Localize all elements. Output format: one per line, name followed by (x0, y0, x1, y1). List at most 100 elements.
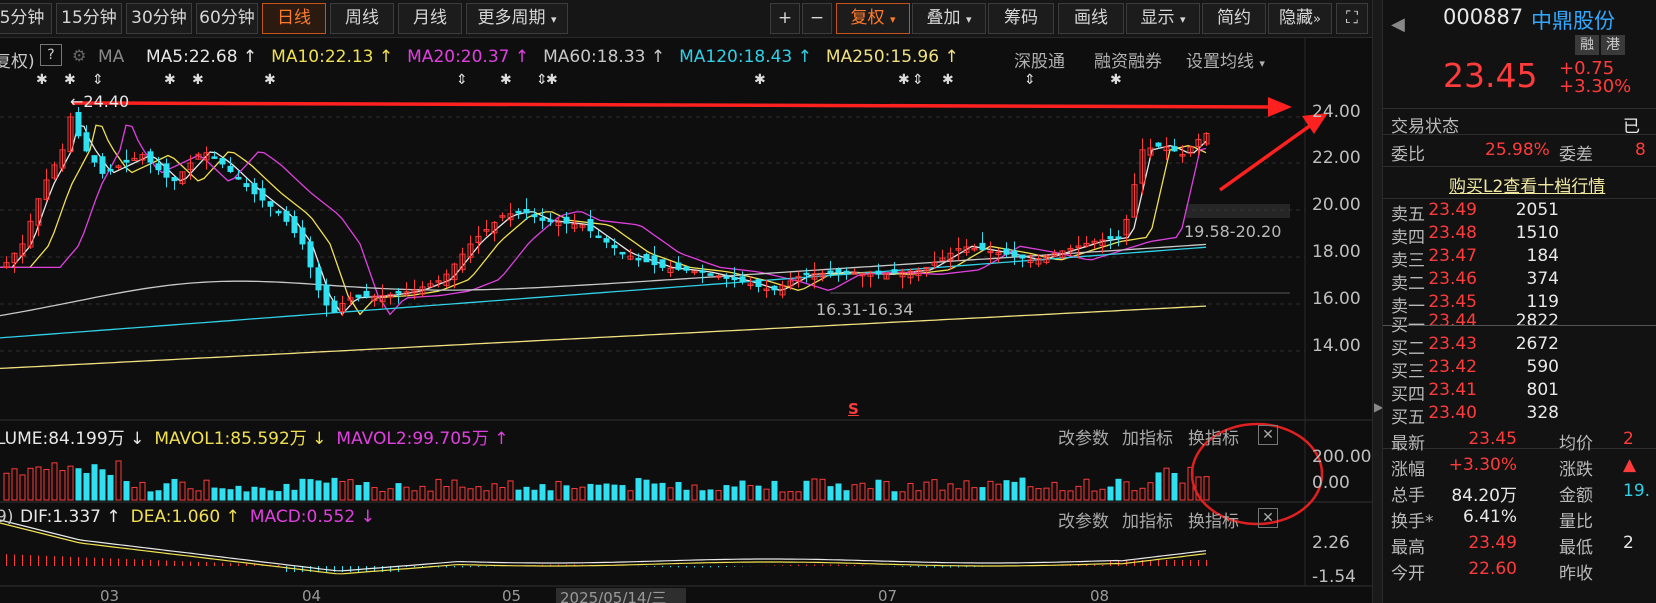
macd-switch-indicator-button[interactable]: 换指标 (1188, 507, 1239, 532)
event-marker-icon[interactable]: ⇕ (1024, 72, 1036, 88)
volume-bar (1139, 487, 1146, 501)
zone-annotation-lower: 16.31-16.34 (816, 300, 914, 319)
volume-bar (739, 480, 746, 501)
volume-bar (427, 490, 434, 501)
sell-signal-marker[interactable]: S (848, 400, 859, 418)
adjust-rights-label: 复权 (850, 8, 885, 28)
period-30min-button[interactable]: 30分钟 (126, 3, 192, 34)
event-marker-icon[interactable]: ✱ (942, 72, 954, 88)
event-marker-icon[interactable]: ✱ (36, 72, 48, 88)
volume-bar (131, 486, 138, 501)
simple-mode-button[interactable]: 简约 (1202, 3, 1266, 34)
prev-stock-icon[interactable]: ◀ (1391, 14, 1405, 35)
ma-legend-item: MA5:22.68 ↑ (146, 47, 258, 67)
volume-bar (619, 485, 626, 501)
draw-line-button[interactable]: 画线 (1058, 3, 1124, 34)
panel-splitter[interactable]: ▶ (1372, 0, 1383, 603)
event-marker-icon[interactable]: ✱ (754, 72, 766, 88)
ma10-line (0, 124, 1207, 316)
candle-body (267, 201, 274, 207)
volume-bar (499, 487, 506, 501)
dea-line (0, 522, 1207, 575)
hide-button[interactable]: 隐藏» (1268, 3, 1332, 34)
event-marker-icon[interactable]: ✱ (264, 72, 276, 88)
volume-bar (883, 481, 890, 501)
chevron-down-icon: ▾ (550, 13, 557, 26)
volume-bar (411, 490, 418, 501)
period-monthly-button[interactable]: 月线 (398, 3, 462, 34)
candle-body (91, 155, 98, 163)
candle-body (619, 251, 626, 255)
buy-l2-link[interactable]: 购买L2查看十档行情 (1449, 172, 1605, 197)
help-icon[interactable]: ? (40, 44, 62, 66)
macd-edit-params-button[interactable]: 改参数 (1058, 507, 1109, 532)
macd-tick: -1.54 (1312, 567, 1356, 587)
event-marker-icon[interactable]: ⇕ (456, 72, 468, 88)
zoom-in-button[interactable]: + (770, 3, 800, 34)
period-daily-button[interactable]: 日线 (262, 3, 326, 34)
event-marker-icon[interactable]: ✱ (64, 72, 76, 88)
candle-body (699, 270, 706, 273)
zoom-out-button[interactable]: − (802, 3, 832, 34)
period-weekly-button[interactable]: 周线 (330, 3, 394, 34)
vol-close-icon[interactable]: ✕ (1258, 425, 1278, 445)
stat-label: 今开 (1391, 564, 1425, 584)
event-marker-icon[interactable]: ✱ (898, 72, 910, 88)
volume-tick: 200.00 (1312, 447, 1372, 467)
vol-switch-indicator-button[interactable]: 换指标 (1188, 424, 1239, 449)
more-periods-dropdown[interactable]: 更多周期 ▾ (466, 3, 568, 34)
event-marker-icon[interactable]: ✱ (164, 72, 176, 88)
candle-body (155, 163, 162, 171)
volume-bar (963, 480, 970, 501)
adjust-rights-dropdown[interactable]: 复权 ▾ (836, 3, 910, 34)
overlay-dropdown[interactable]: 叠加 ▾ (912, 3, 986, 34)
candle-body (211, 156, 218, 159)
bid-price: 23.42 (1428, 357, 1477, 377)
stat-label: 换手* (1391, 512, 1434, 532)
volume-bar (467, 488, 474, 501)
volume-bar (339, 480, 346, 501)
fullscreen-button[interactable]: ⛶ (1336, 3, 1368, 34)
gear-icon[interactable]: ⚙ (72, 46, 86, 65)
macd-close-icon[interactable]: ✕ (1258, 508, 1278, 528)
date-label: 07 (878, 587, 898, 603)
volume-bar (659, 482, 666, 501)
shenzhen-connect-link[interactable]: 深股通 (1014, 47, 1065, 72)
current-price: 23.45 (1443, 56, 1538, 95)
volume-bar (835, 483, 842, 501)
price-tick: 20.00 (1312, 195, 1361, 215)
volume-bar (923, 481, 930, 501)
vol-legend-item: MAVOL2:99.705万 ↑ (336, 429, 509, 449)
stat-value: 19. (1623, 481, 1651, 501)
volume-bar (347, 479, 354, 501)
period-5min-button[interactable]: 5分钟 (0, 3, 52, 34)
vol-edit-params-button[interactable]: 改参数 (1058, 424, 1109, 449)
event-marker-icon[interactable]: ✱ (546, 72, 558, 88)
fullscreen-icon: ⛶ (1346, 8, 1358, 28)
volume-bar (27, 467, 34, 501)
kline-chart-area[interactable]: 复权) ? ⚙ MA MA5:22.68 ↑ MA10:22.13 ↑ MA20:2… (0, 38, 1372, 603)
chips-button[interactable]: 筹码 (988, 3, 1054, 34)
margin-trading-link[interactable]: 融资融券 (1094, 47, 1162, 72)
candle-body (1115, 236, 1122, 239)
volume-bar (715, 490, 722, 501)
event-marker-icon[interactable]: ✱ (500, 72, 512, 88)
volume-bar (731, 486, 738, 501)
stat-value: 84.20万 (1451, 486, 1517, 506)
price-tick: 14.00 (1312, 336, 1361, 356)
macd-prefix: 9) (0, 507, 14, 527)
ma-settings-dropdown[interactable]: 设置均线 ▾ (1186, 47, 1265, 72)
event-marker-icon[interactable]: ✱ (192, 72, 204, 88)
vol-add-indicator-button[interactable]: 加指标 (1122, 424, 1173, 449)
period-60min-button[interactable]: 60分钟 (196, 3, 258, 34)
vol-legend-item: LUME:84.199万 ↓ (0, 429, 145, 449)
volume-bar (227, 489, 234, 501)
event-marker-icon[interactable]: ✱ (1110, 72, 1122, 88)
macd-add-indicator-button[interactable]: 加指标 (1122, 507, 1173, 532)
event-marker-icon[interactable]: ⇕ (912, 72, 924, 88)
display-dropdown[interactable]: 显示 ▾ (1126, 3, 1200, 34)
period-15min-button[interactable]: 15分钟 (56, 3, 122, 34)
event-marker-icon[interactable]: ⇕ (92, 72, 104, 88)
volume-bar (243, 491, 250, 501)
display-label: 显示 (1140, 8, 1175, 28)
